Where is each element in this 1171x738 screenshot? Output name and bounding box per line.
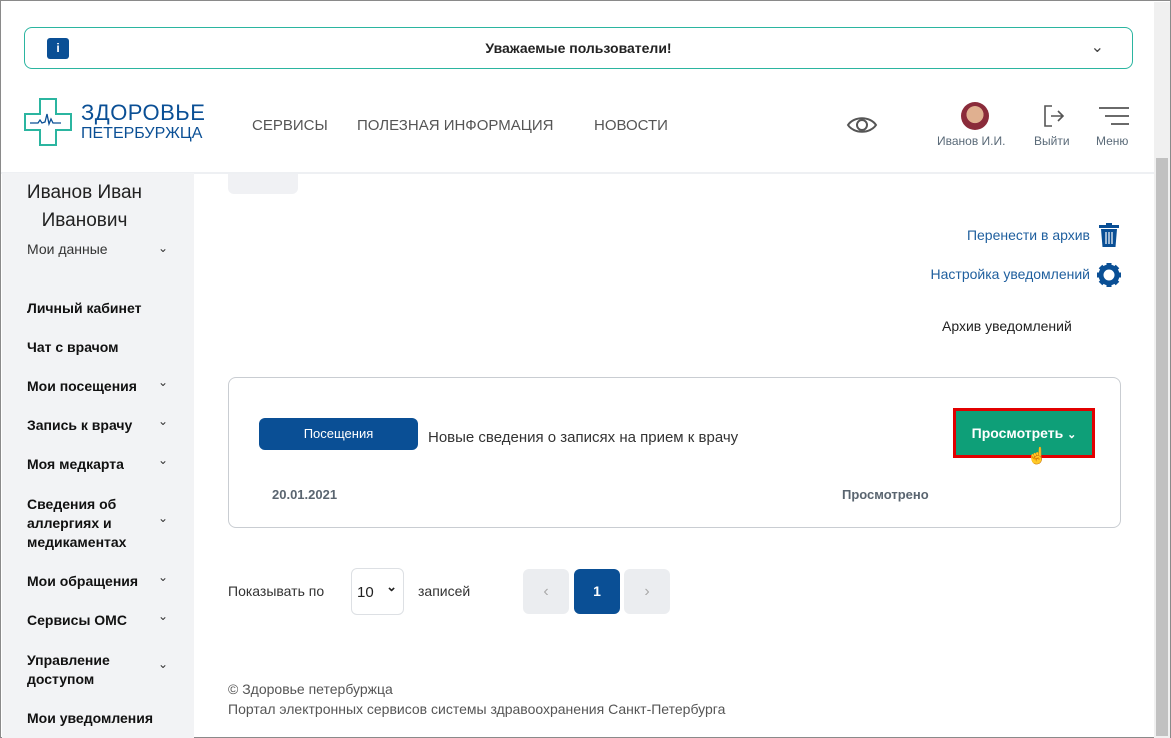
- sidebar-item-visits[interactable]: Мои посещения: [27, 377, 137, 396]
- prev-page-button[interactable]: ‹: [523, 569, 569, 614]
- chevron-down-icon[interactable]: ⌄: [158, 453, 168, 467]
- menu-icon[interactable]: [1099, 106, 1129, 126]
- chevron-down-icon[interactable]: ⌄: [158, 375, 168, 389]
- notification-status: Просмотрено: [842, 487, 929, 502]
- view-button-label: Просмотреть: [971, 425, 1064, 441]
- user-full-name: Иванов Иван Иванович: [26, 182, 143, 231]
- next-page-button[interactable]: ›: [624, 569, 670, 614]
- page-1-button[interactable]: 1: [574, 569, 620, 614]
- chevron-down-icon[interactable]: ⌄: [158, 241, 168, 255]
- logout-link[interactable]: Выйти: [1034, 134, 1070, 148]
- records-label: записей: [418, 583, 471, 599]
- trash-icon[interactable]: [1098, 223, 1120, 247]
- banner-title: Уважаемые пользователи!: [485, 40, 672, 56]
- logo-line1: ЗДОРОВЬЕ: [81, 100, 206, 125]
- sidebar-item-chat[interactable]: Чат с врачом: [27, 338, 119, 357]
- logout-icon[interactable]: [1043, 104, 1065, 128]
- chevron-down-icon[interactable]: ⌄: [158, 609, 168, 623]
- avatar[interactable]: [961, 102, 989, 130]
- sidebar-item-medcard[interactable]: Моя медкарта: [27, 455, 124, 474]
- sidebar-item-allergies[interactable]: Сведения об аллергиях и медикаментах: [27, 495, 147, 552]
- user-name[interactable]: Иванов И.И.: [937, 134, 1005, 148]
- sidebar-item-oms[interactable]: Сервисы ОМС: [27, 611, 127, 630]
- footer-copyright: © Здоровье петербуржца: [228, 681, 393, 697]
- chevron-down-icon[interactable]: ⌄: [158, 657, 168, 671]
- sidebar-item-cabinet[interactable]: Личный кабинет: [27, 299, 141, 318]
- per-page-value: 10: [357, 584, 374, 601]
- show-per-page-label: Показывать по: [228, 583, 325, 599]
- sidebar: Иванов Иван Иванович Мои данные ⌄ Личный…: [2, 173, 194, 738]
- nav-useful-info[interactable]: ПОЛЕЗНАЯ ИНФОРМАЦИЯ: [357, 117, 553, 134]
- tab-fragment: [228, 174, 298, 194]
- menu-link[interactable]: Меню: [1096, 134, 1128, 148]
- cursor-hand-icon: ☝: [1027, 448, 1047, 465]
- view-button[interactable]: Просмотреть ⌄: [953, 408, 1095, 458]
- announcement-banner[interactable]: i Уважаемые пользователи! ⌄: [24, 27, 1133, 69]
- archive-notifications-link[interactable]: Архив уведомлений: [942, 318, 1072, 334]
- archive-link[interactable]: Перенести в архив: [967, 227, 1090, 243]
- sidebar-item-requests[interactable]: Мои обращения: [27, 572, 138, 591]
- chevron-down-icon[interactable]: ⌄: [158, 414, 168, 428]
- chevron-down-icon[interactable]: ⌄: [158, 511, 168, 525]
- scrollbar-thumb[interactable]: [1156, 158, 1168, 736]
- sidebar-item-notifications[interactable]: Мои уведомления: [27, 709, 153, 728]
- chevron-down-icon[interactable]: ⌄: [158, 570, 168, 584]
- gear-icon[interactable]: [1096, 262, 1122, 288]
- chevron-down-icon[interactable]: ⌄: [1091, 37, 1104, 57]
- chevron-down-icon: ⌄: [386, 579, 397, 594]
- nav-services[interactable]: СЕРВИСЫ: [252, 117, 328, 134]
- sidebar-item-appointment[interactable]: Запись к врачу: [27, 416, 132, 435]
- logo-line2: ПЕТЕРБУРЖЦА: [81, 125, 203, 142]
- per-page-select[interactable]: 10 ⌄: [351, 568, 404, 615]
- my-data-toggle[interactable]: Мои данные: [27, 241, 108, 257]
- notification-text: Новые сведения о записях на прием к врач…: [428, 429, 739, 446]
- logo-cross-icon: [24, 98, 72, 146]
- chevron-down-icon: ⌄: [1067, 429, 1077, 441]
- notification-date: 20.01.2021: [272, 487, 338, 502]
- sidebar-item-access[interactable]: Управление доступом: [27, 651, 137, 689]
- eye-icon[interactable]: [846, 114, 878, 136]
- footer-subtitle: Портал электронных сервисов системы здра…: [228, 701, 726, 717]
- nav-news[interactable]: НОВОСТИ: [594, 117, 668, 134]
- notification-settings-link[interactable]: Настройка уведомлений: [931, 266, 1090, 282]
